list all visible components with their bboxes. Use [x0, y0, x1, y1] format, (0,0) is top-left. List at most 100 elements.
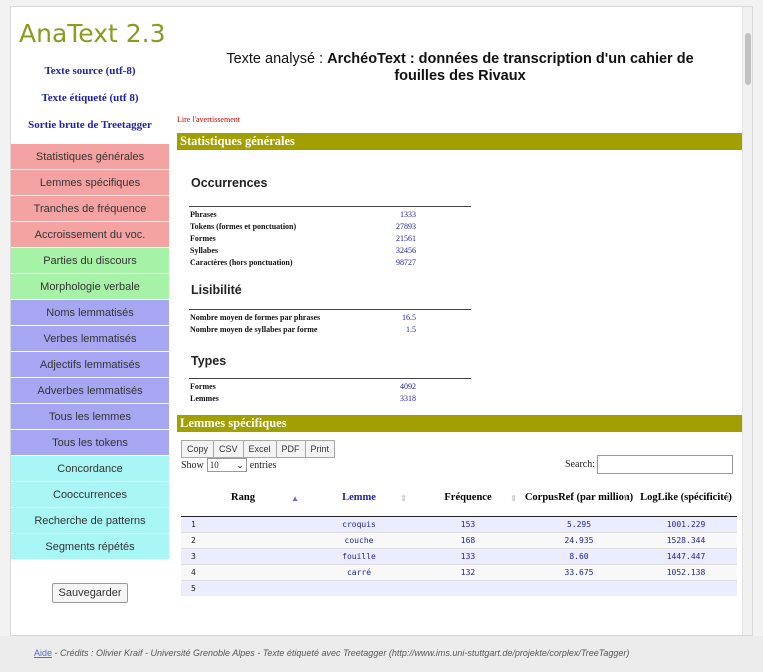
entries-select[interactable]: 10 ⌄	[206, 458, 247, 472]
menu-item-patterns[interactable]: Recherche de patterns	[11, 508, 169, 534]
col-loglike[interactable]: LogLike (spécificité) ⇕	[635, 480, 737, 517]
menu-item-tranches-frequence[interactable]: Tranches de fréquence	[11, 196, 169, 222]
cell-lemme[interactable]: carré	[305, 563, 413, 580]
excel-button[interactable]: Excel	[242, 440, 277, 458]
cell-lemme[interactable]: croquis	[305, 515, 413, 532]
types-heading: Types	[191, 354, 227, 368]
menu-item-tous-lemmes[interactable]: Tous les lemmes	[11, 404, 169, 430]
col-rang[interactable]: Rang ▲	[181, 480, 305, 517]
cell-rang: 3	[181, 547, 305, 564]
stat-label: Caractères (hors ponctuation)	[190, 258, 293, 267]
stat-row: Syllabes 32456	[190, 245, 470, 257]
app-title: AnaText 2.3	[19, 19, 166, 48]
col-corpusref[interactable]: CorpusRef (par million) ⇕	[523, 480, 635, 517]
scrollbar-thumb[interactable]	[745, 33, 751, 85]
main-content: Texte analysé : ArchéoText : données de …	[177, 7, 743, 635]
menu-item-cooccurrences[interactable]: Cooccurrences	[11, 482, 169, 508]
stat-row: Formes 4092	[190, 381, 470, 393]
stat-label: Phrases	[190, 210, 217, 219]
table-row: 3 fouille 133 8.60 1447.447	[181, 547, 737, 564]
page-title: Texte analysé : ArchéoText : données de …	[177, 7, 743, 85]
lisibilite-rule	[189, 309, 471, 310]
copy-button[interactable]: Copy	[181, 440, 215, 458]
menu-item-adverbes[interactable]: Adverbes lemmatisés	[11, 378, 169, 404]
stat-value: 21561	[396, 234, 416, 243]
sort-asc-icon: ▲	[291, 494, 299, 503]
cell-loglike: 1528.344	[635, 531, 737, 548]
col-corpusref-label: CorpusRef (par million)	[524, 492, 634, 504]
sidebar-menu: Statistiques générales Lemmes spécifique…	[11, 144, 169, 560]
stat-value: 4092	[400, 382, 416, 391]
col-lemme[interactable]: Lemme ⇕	[305, 480, 413, 517]
stat-value: 1.5	[406, 325, 416, 334]
show-label: Show	[181, 459, 204, 471]
warning-link[interactable]: Lire l'avertissement	[177, 115, 743, 124]
stat-label: Syllabes	[190, 246, 219, 255]
occurrences-heading: Occurrences	[191, 176, 268, 190]
cell-lemme[interactable]: couche	[305, 531, 413, 548]
link-texte-etiquete[interactable]: Texte étiqueté (utf 8)	[11, 92, 169, 105]
stat-value: 27893	[396, 222, 416, 231]
cell-frequence: 153	[413, 515, 523, 532]
menu-item-morphologie-verbale[interactable]: Morphologie verbale	[11, 274, 169, 300]
stat-label: Nombre moyen de formes par phrases	[190, 313, 321, 322]
search-label: Search:	[565, 459, 595, 470]
col-frequence[interactable]: Fréquence ⇕	[413, 480, 523, 517]
section-lemmes-specifiques: Lemmes spécifiques	[177, 415, 743, 432]
cell-frequence: 133	[413, 547, 523, 564]
cell-lemme[interactable]	[305, 579, 413, 596]
menu-item-verbes[interactable]: Verbes lemmatisés	[11, 326, 169, 352]
table-row: 4 carré 132 33.675 1052.138	[181, 563, 737, 580]
link-sortie-treetagger[interactable]: Sortie brute de Treetagger	[11, 119, 169, 132]
table-row: 2 couche 168 24.935 1528.344	[181, 531, 737, 548]
menu-item-concordance[interactable]: Concordance	[11, 456, 169, 482]
entries-value: 10	[209, 460, 219, 470]
menu-item-statistiques[interactable]: Statistiques générales	[11, 144, 169, 170]
col-lemme-label: Lemme	[342, 492, 376, 504]
csv-button[interactable]: CSV	[213, 440, 244, 458]
table-row: 5	[181, 579, 737, 596]
lemmes-table: Rang ▲ Lemme ⇕ Fréquence ⇕ CorpusRef (par m…	[181, 480, 737, 596]
menu-item-adjectifs[interactable]: Adjectifs lemmatisés	[11, 352, 169, 378]
menu-item-accroissement[interactable]: Accroissement du voc.	[11, 222, 169, 248]
print-button[interactable]: Print	[304, 440, 336, 458]
title-line-2: fouilles des Rivaux	[394, 68, 526, 84]
cell-loglike: 1001.229	[635, 515, 737, 532]
stat-label: Tokens (formes et ponctuation)	[190, 222, 297, 231]
cell-loglike	[635, 579, 737, 596]
menu-item-tous-tokens[interactable]: Tous les tokens	[11, 430, 169, 456]
cell-corpusref: 33.675	[523, 563, 635, 580]
cell-rang: 1	[181, 515, 305, 532]
menu-item-parties-discours[interactable]: Parties du discours	[11, 248, 169, 274]
stat-label: Lemmes	[190, 394, 219, 403]
sort-icon: ⇕	[622, 494, 629, 503]
col-rang-label: Rang	[231, 492, 255, 504]
cell-corpusref: 8.60	[523, 547, 635, 564]
menu-item-lemmes-specifiques[interactable]: Lemmes spécifiques	[11, 170, 169, 196]
stat-value: 32456	[396, 246, 416, 255]
stat-value: 16.5	[402, 313, 416, 322]
sort-icon: ⇕	[400, 494, 407, 503]
occurrences-table: Phrases 1333 Tokens (formes et ponctuatio…	[177, 209, 743, 269]
sidebar: AnaText 2.3 Texte source (utf-8) Texte é…	[11, 7, 169, 635]
cell-rang: 2	[181, 531, 305, 548]
menu-item-noms[interactable]: Noms lemmatisés	[11, 300, 169, 326]
stat-row: Tokens (formes et ponctuation) 27893	[190, 221, 470, 233]
link-texte-source[interactable]: Texte source (utf-8)	[11, 65, 169, 78]
table-controls-row: Show 10 ⌄ entries Search:	[177, 455, 743, 480]
stat-value: 1333	[400, 210, 416, 219]
page-frame: AnaText 2.3 Texte source (utf-8) Texte é…	[10, 6, 753, 636]
vertical-scrollbar[interactable]	[742, 7, 752, 635]
cell-corpusref: 24.935	[523, 531, 635, 548]
cell-lemme[interactable]: fouille	[305, 547, 413, 564]
search-input[interactable]	[597, 455, 733, 474]
stat-row: Lemmes 3318	[190, 393, 470, 405]
cell-frequence: 132	[413, 563, 523, 580]
save-button[interactable]: Sauvegarder	[52, 583, 128, 603]
footer: Aide - Crédits : Olivier Kraif - Univers…	[0, 636, 763, 672]
aide-link[interactable]: Aide	[34, 648, 52, 658]
stat-row: Caractères (hors ponctuation) 98727	[190, 257, 470, 269]
stat-row: Nombre moyen de syllabes par forme 1.5	[190, 324, 470, 336]
menu-item-segments-repetes[interactable]: Segments répétés	[11, 534, 169, 560]
pdf-button[interactable]: PDF	[275, 440, 306, 458]
